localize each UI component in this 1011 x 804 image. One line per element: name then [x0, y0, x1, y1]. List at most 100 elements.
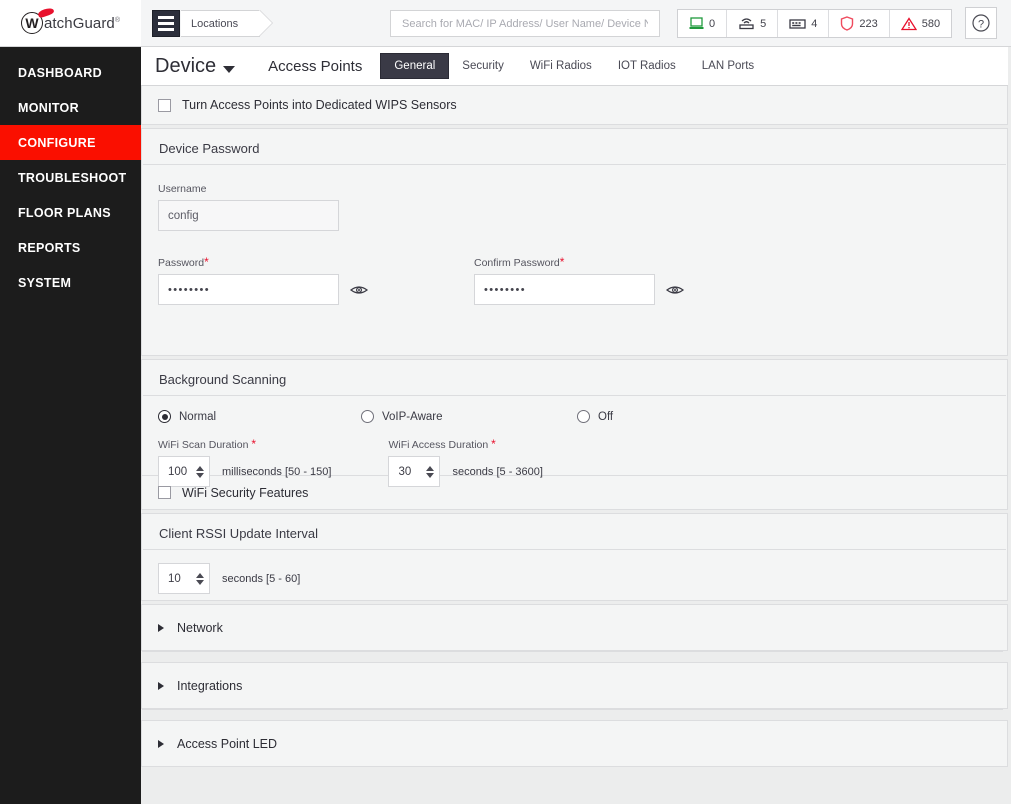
- sidebar-item-label: CONFIGURE: [18, 135, 96, 150]
- counter-threats[interactable]: 223: [829, 10, 890, 37]
- scan-duration-label: WiFi Scan Duration *: [158, 437, 257, 451]
- chevron-down-icon: [223, 65, 236, 73]
- search-input[interactable]: [400, 16, 650, 31]
- background-scanning-panel: Background Scanning Normal VoIP-Aware Of…: [141, 359, 1008, 487]
- scan-duration-required-marker: *: [251, 437, 257, 451]
- sidebar-item-floor-plans[interactable]: FLOOR PLANS: [0, 195, 141, 230]
- tab-wifi-radios[interactable]: WiFi Radios: [517, 53, 605, 79]
- chevron-right-icon: [158, 681, 164, 690]
- username-label: Username: [158, 183, 207, 195]
- access-duration-stepper[interactable]: 30: [388, 456, 441, 487]
- sidebar-nav: DASHBOARD MONITOR CONFIGURE TROUBLESHOOT…: [0, 47, 141, 804]
- counter-clients[interactable]: 0: [678, 10, 728, 37]
- sidebar-item-reports[interactable]: REPORTS: [0, 230, 141, 265]
- radio-off[interactable]: Off: [577, 410, 613, 423]
- sub-tabs: General Security WiFi Radios IOT Radios …: [380, 53, 767, 79]
- accordion-integrations[interactable]: Integrations: [141, 662, 1008, 709]
- wips-checkbox[interactable]: [158, 98, 171, 112]
- username-field[interactable]: config: [158, 200, 339, 231]
- sidebar-item-dashboard[interactable]: DASHBOARD: [0, 55, 141, 90]
- radio-normal[interactable]: Normal: [158, 410, 361, 423]
- radio-normal-label: Normal: [179, 410, 217, 423]
- confirm-password-visibility-icon[interactable]: [666, 284, 684, 296]
- background-scanning-options: Normal VoIP-Aware Off: [142, 396, 1007, 423]
- breadcrumb-locations[interactable]: Locations: [181, 10, 260, 37]
- password-value: ••••••••: [168, 283, 211, 296]
- sidebar-item-label: TROUBLESHOOT: [18, 170, 127, 185]
- accordion-network[interactable]: Network: [141, 604, 1008, 651]
- password-required-marker: *: [204, 255, 209, 269]
- search-box[interactable]: [390, 10, 660, 37]
- background-scanning-title: Background Scanning: [143, 360, 1006, 396]
- device-dropdown-label: Device: [155, 54, 217, 77]
- radio-normal-indicator[interactable]: [158, 410, 171, 423]
- password-visibility-icon[interactable]: [350, 284, 368, 296]
- sidebar-item-label: DASHBOARD: [18, 65, 102, 80]
- main-content: Device Access Points General Security Wi…: [141, 47, 1011, 804]
- access-duration-spinner-arrows[interactable]: [426, 465, 435, 478]
- accordion-integrations-label: Integrations: [177, 678, 243, 693]
- scan-duration-hint: milliseconds [50 - 150]: [222, 465, 332, 478]
- scan-duration-stepper[interactable]: 100: [158, 456, 210, 487]
- access-duration-hint: seconds [5 - 3600]: [452, 465, 543, 478]
- accordion-access-point-led-label: Access Point LED: [177, 736, 278, 751]
- radio-voip-aware-indicator[interactable]: [361, 410, 374, 423]
- radio-off-indicator[interactable]: [577, 410, 590, 423]
- scan-duration-value: 100: [168, 465, 188, 478]
- device-grid-icon: [789, 18, 806, 29]
- client-rssi-panel: Client RSSI Update Interval 10 seconds […: [141, 513, 1008, 601]
- tab-security[interactable]: Security: [449, 53, 517, 79]
- confirm-password-label: Confirm Password*: [474, 255, 565, 269]
- sidebar-item-monitor[interactable]: MONITOR: [0, 90, 141, 125]
- scan-duration-spinner-arrows[interactable]: [196, 465, 204, 478]
- device-password-title: Device Password: [143, 129, 1006, 165]
- counter-alerts[interactable]: 580: [890, 10, 951, 37]
- breadcrumb-label: Locations: [191, 17, 239, 30]
- sidebar-item-system[interactable]: SYSTEM: [0, 265, 141, 300]
- top-bar: W atchGuard ® Locations 0: [0, 0, 1011, 47]
- radio-off-label: Off: [598, 410, 614, 423]
- client-rssi-stepper[interactable]: 10: [158, 563, 210, 594]
- radio-voip-aware[interactable]: VoIP-Aware: [361, 410, 577, 423]
- shield-icon: [841, 16, 854, 31]
- device-password-panel: Device Password Username config Password…: [141, 128, 1008, 356]
- warning-triangle-icon: [900, 16, 917, 30]
- confirm-password-field[interactable]: ••••••••: [474, 274, 655, 305]
- username-value: config: [168, 209, 199, 222]
- wifi-security-checkbox[interactable]: [158, 486, 171, 499]
- breadcrumb-chevron-icon: [259, 10, 272, 36]
- tab-lan-ports[interactable]: LAN Ports: [689, 53, 767, 79]
- accordion-access-point-led[interactable]: Access Point LED: [141, 720, 1008, 767]
- sidebar-item-label: MONITOR: [18, 100, 79, 115]
- sidebar-item-label: REPORTS: [18, 240, 81, 255]
- hamburger-icon[interactable]: [152, 10, 180, 37]
- tab-access-points[interactable]: Access Points: [268, 58, 362, 75]
- access-duration-value: 30: [398, 465, 412, 478]
- device-dropdown[interactable]: Device: [155, 54, 236, 78]
- sidebar-item-configure[interactable]: CONFIGURE: [0, 125, 141, 160]
- tab-bar: Device Access Points General Security Wi…: [141, 47, 1008, 86]
- counter-access-points[interactable]: 5: [727, 10, 779, 37]
- tab-iot-radios[interactable]: IOT Radios: [605, 53, 689, 79]
- password-field[interactable]: ••••••••: [158, 274, 339, 305]
- wips-sensor-panel: Turn Access Points into Dedicated WIPS S…: [141, 86, 1008, 125]
- client-rssi-spinner-arrows[interactable]: [196, 572, 204, 585]
- sidebar-item-label: SYSTEM: [18, 275, 72, 290]
- status-counters: 0 5 4 223 580: [677, 9, 953, 38]
- svg-text:?: ?: [978, 19, 984, 31]
- counter-devices[interactable]: 4: [778, 10, 830, 37]
- help-button[interactable]: ?: [965, 7, 997, 39]
- accordion-network-label: Network: [177, 620, 223, 635]
- counter-access-points-value: 5: [760, 17, 767, 30]
- client-rssi-hint: seconds [5 - 60]: [222, 572, 301, 585]
- tab-general[interactable]: General: [380, 53, 450, 79]
- password-label: Password*: [158, 255, 209, 269]
- sidebar-item-troubleshoot[interactable]: TROUBLESHOOT: [0, 160, 141, 195]
- counter-clients-value: 0: [709, 17, 716, 30]
- wifi-security-label: WiFi Security Features: [182, 485, 309, 500]
- application-window: W atchGuard ® Locations 0: [0, 0, 1011, 804]
- wips-checkbox-row[interactable]: Turn Access Points into Dedicated WIPS S…: [142, 86, 1007, 124]
- logo-wordmark: atchGuard: [43, 15, 115, 32]
- chevron-right-icon: [158, 623, 164, 632]
- chevron-right-icon: [158, 739, 164, 748]
